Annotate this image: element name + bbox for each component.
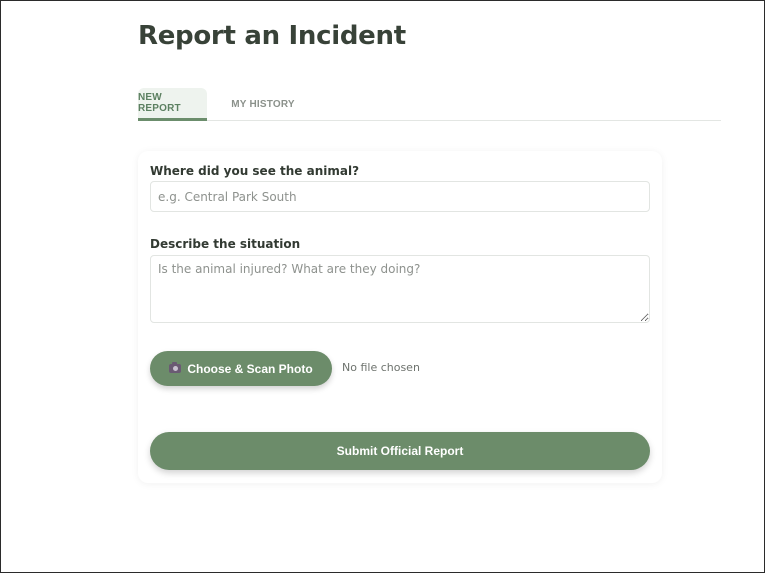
description-textarea[interactable]	[150, 255, 650, 323]
report-form-card: Where did you see the animal? Describe t…	[138, 151, 662, 483]
submit-report-button[interactable]: Submit Official Report	[150, 432, 650, 470]
tab-my-history[interactable]: MY HISTORY	[226, 88, 300, 121]
camera-icon	[169, 362, 182, 373]
tab-bar: NEW REPORT MY HISTORY	[138, 88, 721, 121]
app-window: Report an Incident NEW REPORT MY HISTORY…	[0, 0, 765, 573]
file-status-text: No file chosen	[342, 361, 420, 374]
description-label: Describe the situation	[150, 237, 301, 251]
choose-scan-photo-button[interactable]: Choose & Scan Photo	[150, 351, 332, 386]
scan-button-label: Choose & Scan Photo	[187, 361, 313, 376]
location-input[interactable]	[150, 181, 650, 212]
location-label: Where did you see the animal?	[150, 164, 360, 178]
tab-new-report[interactable]: NEW REPORT	[138, 88, 207, 121]
page-title: Report an Incident	[138, 21, 406, 51]
